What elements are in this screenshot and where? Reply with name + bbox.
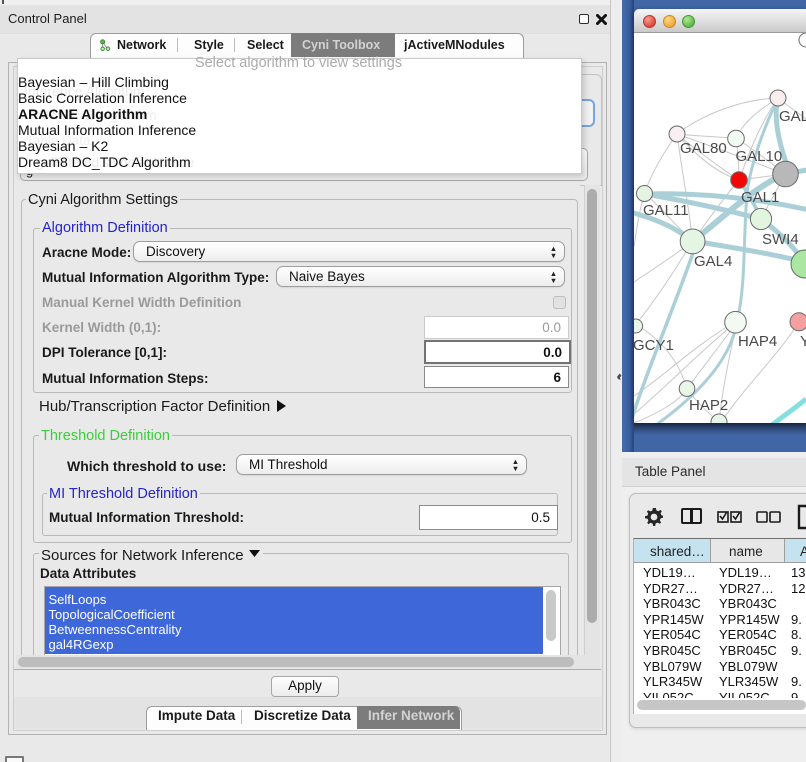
svg-text:GAL1: GAL1	[741, 189, 779, 206]
svg-text:GAL11: GAL11	[643, 202, 689, 219]
svg-text:GAL7: GAL7	[779, 108, 806, 125]
svg-text:SWI4: SWI4	[762, 231, 799, 248]
svg-text:Y: Y	[800, 333, 806, 350]
svg-text:GAL10: GAL10	[736, 148, 783, 165]
svg-text:GAL80: GAL80	[680, 140, 727, 157]
svg-text:HAP2: HAP2	[689, 397, 728, 414]
svg-text:HAP4: HAP4	[738, 333, 777, 350]
svg-text:GCY1: GCY1	[634, 337, 674, 354]
svg-text:GAL4: GAL4	[694, 253, 732, 270]
